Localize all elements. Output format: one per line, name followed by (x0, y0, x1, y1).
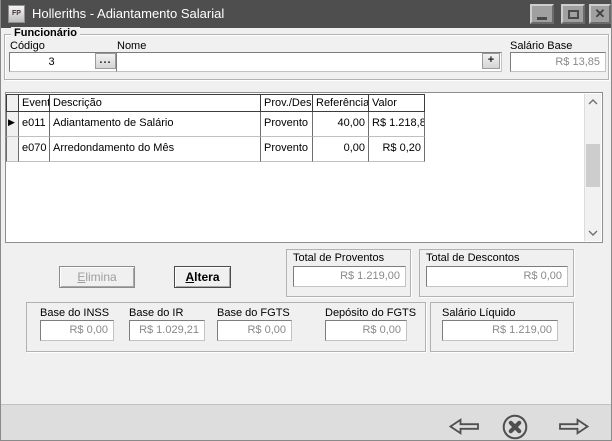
nome-add-button[interactable]: + (482, 53, 500, 69)
app-window: FP Holleriths - Adiantamento Salarial ✕ … (0, 0, 612, 441)
total-descontos-field: R$ 0,00 (426, 266, 568, 287)
nome-label: Nome (117, 40, 146, 52)
indicator-column-header (6, 95, 19, 111)
salario-liquido-panel: Salário Líquido R$ 1.219,00 (430, 302, 574, 352)
salario-liquido-field: R$ 1.219,00 (442, 320, 558, 341)
base-inss-field: R$ 0,00 (40, 320, 114, 341)
bases-panel: Base do INSS R$ 0,00 Base do IR R$ 1.029… (26, 302, 426, 352)
cell-descricao[interactable]: Adiantamento de Salário (50, 112, 261, 137)
grid-body: ▶ e011 Adiantamento de Salário Provento … (6, 112, 602, 162)
column-header-evento[interactable]: Evento (19, 95, 50, 111)
titlebar[interactable]: FP Holleriths - Adiantamento Salarial ✕ (1, 0, 612, 28)
cell-evento[interactable]: e070 (19, 137, 50, 162)
bottom-bar (1, 404, 612, 441)
close-icon: ✕ (595, 7, 606, 21)
funcionario-groupbox: Funcionário Código ... Nome + Salário Ba… (4, 34, 609, 80)
scroll-up-arrow-icon[interactable] (585, 94, 601, 110)
codigo-label: Código (10, 40, 45, 52)
close-button[interactable]: ✕ (589, 4, 611, 24)
cell-prov-desc[interactable]: Provento (261, 137, 313, 162)
salario-base-field: R$ 13,85 (510, 52, 606, 72)
base-ir-field: R$ 1.029,21 (129, 320, 205, 341)
scrollbar-thumb[interactable] (586, 144, 600, 187)
total-proventos-panel: Total de Proventos R$ 1.219,00 (286, 249, 411, 297)
total-descontos-panel: Total de Descontos R$ 0,00 (419, 249, 574, 297)
cell-valor[interactable]: R$ 0,20 (369, 137, 425, 162)
grid-header[interactable]: Evento Descrição Prov./Desc. Referência … (6, 94, 425, 112)
table-row[interactable]: ▶ e011 Adiantamento de Salário Provento … (6, 112, 425, 137)
salario-liquido-label: Salário Líquido (442, 307, 515, 319)
grid-vertical-scrollbar[interactable] (584, 94, 601, 241)
cell-descricao[interactable]: Arredondamento do Mês (50, 137, 261, 162)
total-proventos-label: Total de Proventos (293, 252, 384, 264)
maximize-button[interactable] (561, 4, 585, 24)
minimize-button[interactable] (530, 4, 554, 24)
base-fgts-label: Base do FGTS (217, 307, 290, 319)
current-row-marker (6, 137, 19, 162)
base-inss-label: Base do INSS (40, 307, 109, 319)
cell-referencia[interactable]: 0,00 (313, 137, 369, 162)
cell-prov-desc[interactable]: Provento (261, 112, 313, 137)
cell-evento[interactable]: e011 (19, 112, 50, 137)
minimize-icon (537, 17, 547, 20)
deposito-fgts-label: Depósito do FGTS (325, 307, 416, 319)
column-header-referencia[interactable]: Referência (313, 95, 369, 111)
deposito-fgts-field: R$ 0,00 (325, 320, 407, 341)
table-row[interactable]: e070 Arredondamento do Mês Provento 0,00… (6, 137, 425, 162)
events-grid[interactable]: Evento Descrição Prov./Desc. Referência … (5, 92, 603, 243)
column-header-descricao[interactable]: Descrição (50, 95, 261, 111)
funcionario-group-label: Funcionário (11, 27, 80, 39)
scroll-down-arrow-icon[interactable] (585, 225, 601, 241)
maximize-icon (568, 10, 579, 19)
altera-button[interactable]: Altera (174, 266, 231, 288)
total-proventos-field: R$ 1.219,00 (293, 266, 406, 287)
app-icon: FP (8, 5, 25, 23)
window-title: Holleriths - Adiantamento Salarial (32, 0, 224, 28)
nome-input[interactable] (116, 52, 502, 72)
previous-record-icon[interactable] (449, 418, 479, 435)
cancel-icon[interactable] (502, 414, 528, 440)
elimina-button[interactable]: Elimina (59, 266, 135, 288)
current-row-marker: ▶ (6, 112, 19, 137)
next-record-icon[interactable] (559, 418, 589, 435)
column-header-valor[interactable]: Valor (369, 95, 425, 111)
base-ir-label: Base do IR (129, 307, 183, 319)
cell-referencia[interactable]: 40,00 (313, 112, 369, 137)
cell-valor[interactable]: R$ 1.218,80 (369, 112, 425, 137)
column-header-prov-desc[interactable]: Prov./Desc. (261, 95, 313, 111)
codigo-browse-button[interactable]: ... (95, 53, 116, 69)
total-descontos-label: Total de Descontos (426, 252, 520, 264)
salario-base-label: Salário Base (510, 40, 572, 52)
base-fgts-field: R$ 0,00 (217, 320, 292, 341)
